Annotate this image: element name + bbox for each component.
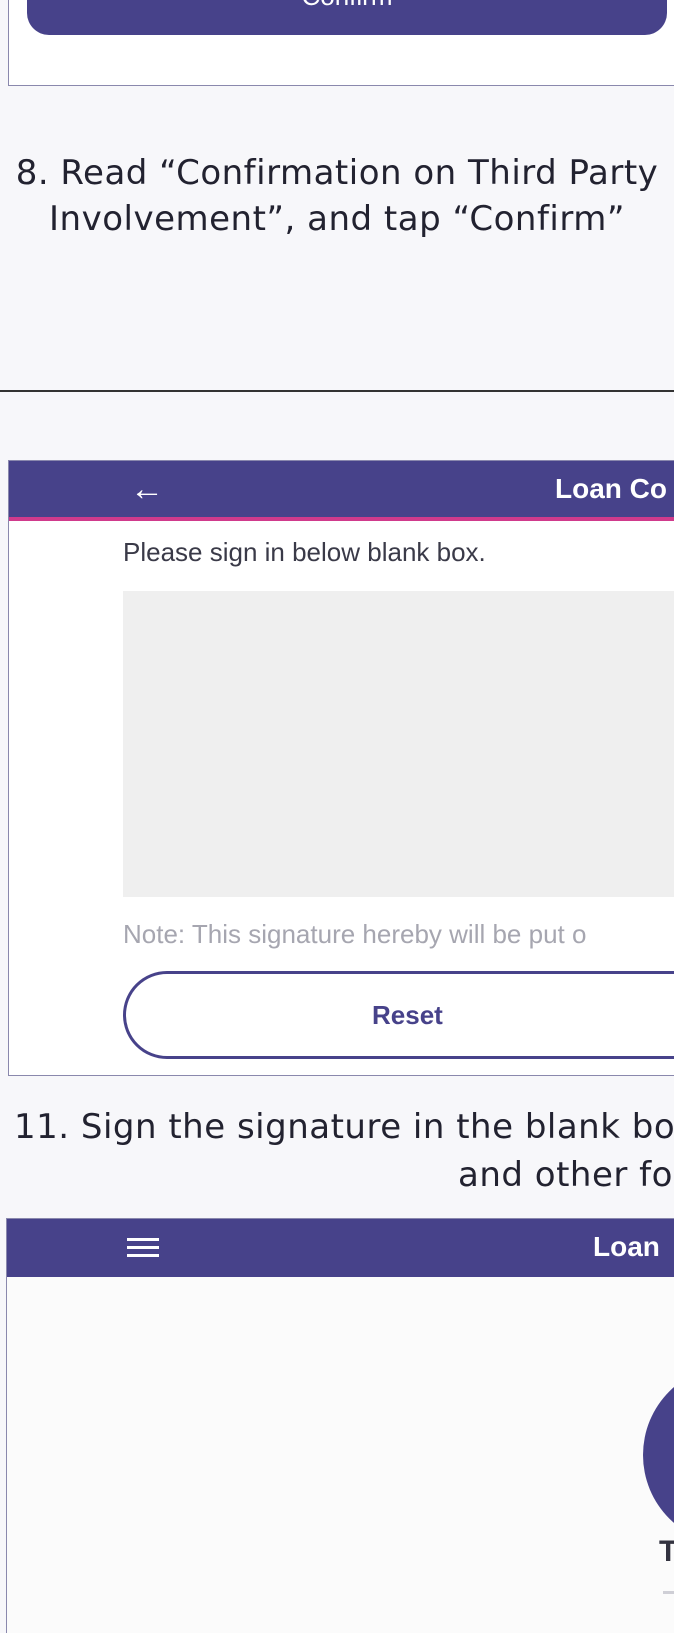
step11-caption-line2: and other fo: [458, 1155, 673, 1195]
header-title: Loan: [593, 1231, 660, 1262]
loan-screen: Loan T: [6, 1218, 674, 1633]
hamburger-menu-icon[interactable]: [127, 1236, 159, 1260]
header-title: Loan Co: [555, 473, 667, 504]
confirm-card: Confirm: [8, 0, 674, 86]
signature-screen: ← Loan Co Please sign in below blank box…: [8, 460, 674, 1076]
app-header: Loan: [7, 1219, 674, 1277]
loan-heading: T: [659, 1535, 674, 1569]
reset-button-label: Reset: [372, 999, 443, 1030]
signature-pad[interactable]: [123, 591, 674, 897]
confirm-button[interactable]: Confirm: [27, 0, 667, 35]
section-divider: [0, 390, 674, 392]
signature-note: Note: This signature hereby will be put …: [123, 919, 587, 949]
step11-caption-line1: 11. Sign the signature in the blank box: [14, 1107, 674, 1147]
back-arrow-icon[interactable]: ←: [127, 469, 167, 509]
loan-circle-graphic: [643, 1365, 674, 1545]
signature-instruction: Please sign in below blank box.: [123, 537, 486, 567]
step8-caption-line2: Involvement”, and tap “Confirm”: [49, 199, 625, 239]
step8-caption-line1: 8. Read “Confirmation on Third Party: [15, 153, 659, 193]
reset-button[interactable]: Reset: [123, 971, 674, 1059]
loan-divider: [663, 1591, 674, 1594]
app-header: ← Loan Co: [9, 461, 674, 521]
